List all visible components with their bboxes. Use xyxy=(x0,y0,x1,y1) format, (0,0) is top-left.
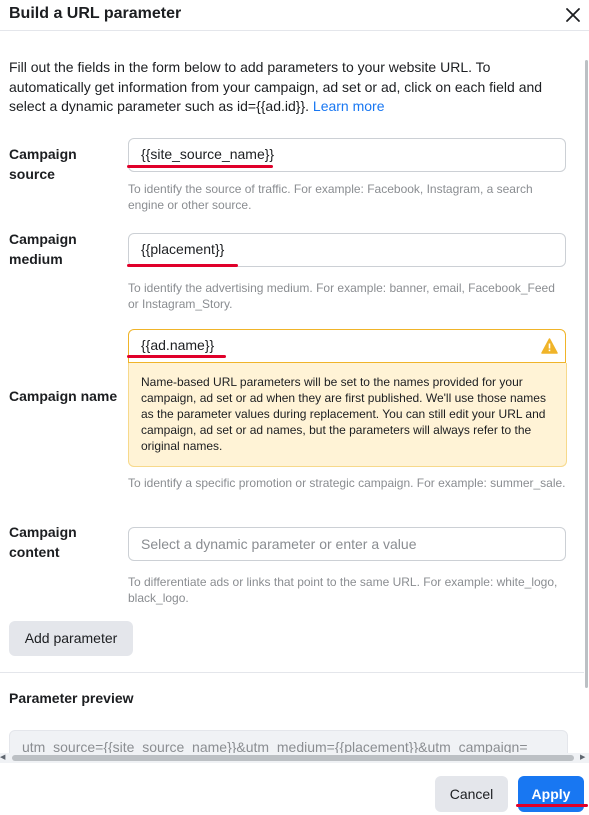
campaign-content-label: Campaign content xyxy=(9,522,124,562)
horizontal-scrollbar-thumb[interactable] xyxy=(12,755,574,761)
horizontal-scrollbar[interactable]: ◀ ▶ xyxy=(0,753,589,763)
warning-text: Name-based URL parameters will be set to… xyxy=(141,375,546,453)
annotation-underline xyxy=(127,165,273,168)
warning-icon xyxy=(541,338,558,354)
campaign-medium-input[interactable]: {{placement}} xyxy=(128,233,566,267)
parameter-preview-title: Parameter preview xyxy=(9,690,134,706)
vertical-scrollbar-thumb[interactable] xyxy=(585,60,588,688)
add-parameter-button[interactable]: Add parameter xyxy=(9,621,133,656)
campaign-medium-label-line2: medium xyxy=(9,251,63,267)
campaign-content-placeholder: Select a dynamic parameter or enter a va… xyxy=(141,536,417,552)
campaign-medium-label: Campaign medium xyxy=(9,229,124,269)
intro-text: Fill out the fields in the form below to… xyxy=(9,58,574,117)
cancel-button[interactable]: Cancel xyxy=(435,776,508,812)
close-icon[interactable] xyxy=(564,6,582,24)
scroll-right-icon[interactable]: ▶ xyxy=(580,753,585,761)
dialog-title: Build a URL parameter xyxy=(9,5,182,22)
campaign-source-help: To identify the source of traffic. For e… xyxy=(128,182,533,212)
campaign-content-help: To differentiate ads or links that point… xyxy=(128,575,558,605)
campaign-source-value: {{site_source_name}} xyxy=(141,146,275,162)
campaign-name-label: Campaign name xyxy=(9,388,118,404)
campaign-content-input[interactable]: Select a dynamic parameter or enter a va… xyxy=(128,527,566,561)
annotation-underline xyxy=(127,264,238,267)
campaign-source-label: Campaign source xyxy=(9,146,77,182)
campaign-medium-label-line1: Campaign xyxy=(9,231,77,247)
scroll-left-icon[interactable]: ◀ xyxy=(0,753,5,761)
campaign-medium-help: To identify the advertising medium. For … xyxy=(128,281,555,311)
campaign-content-label-line2: content xyxy=(9,544,60,560)
annotation-underline xyxy=(127,355,226,358)
dialog-footer: Cancel Apply xyxy=(0,763,589,815)
campaign-name-help: To identify a specific promotion or stra… xyxy=(128,476,566,490)
annotation-underline xyxy=(516,804,588,807)
header-divider xyxy=(0,30,589,31)
campaign-content-label-line1: Campaign xyxy=(9,524,77,540)
campaign-medium-value: {{placement}} xyxy=(141,241,225,257)
learn-more-link[interactable]: Learn more xyxy=(313,98,385,114)
section-divider xyxy=(0,672,584,673)
intro-paragraph: Fill out the fields in the form below to… xyxy=(9,59,543,114)
name-based-parameter-warning: Name-based URL parameters will be set to… xyxy=(128,363,567,467)
campaign-name-value: {{ad.name}} xyxy=(141,337,215,353)
dialog-header: Build a URL parameter xyxy=(0,0,589,30)
